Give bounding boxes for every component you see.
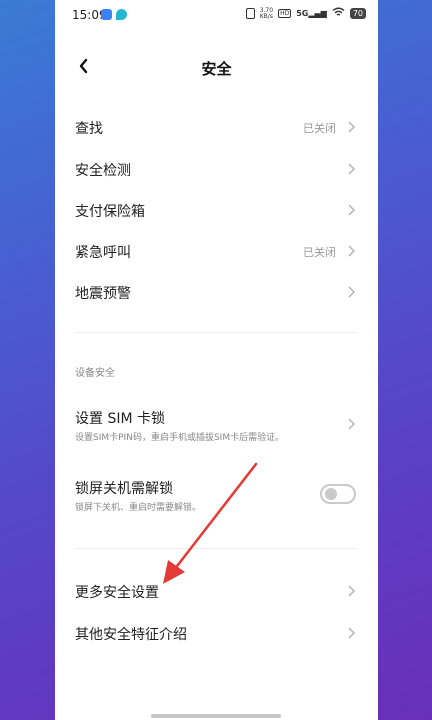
menu-item-label: 更多安全设置 (75, 585, 159, 601)
menu-item-value: 已关闭 (303, 122, 336, 135)
notification-drop-icon (116, 9, 127, 20)
menu-item-description: 设置SIM卡PIN码，重启手机或插拔SIM卡后需验证。 (75, 433, 285, 443)
section-divider (75, 548, 356, 549)
nav-bar: 安全 (55, 50, 378, 86)
menu-item-label: 设置 SIM 卡锁 (75, 411, 165, 427)
signal-icon: 5G▂▄▆ (296, 9, 327, 18)
chevron-right-icon (348, 121, 356, 133)
hd-icon: HD (278, 9, 292, 18)
menu-item-more-security-settings[interactable]: 更多安全设置 (55, 570, 378, 612)
menu-item-label: 查找 (75, 121, 103, 137)
menu-item-label: 紧急呼叫 (75, 245, 131, 261)
menu-item-payment-safe[interactable]: 支付保险箱 (55, 189, 378, 230)
network-speed: 3.70 KB/s (259, 6, 274, 20)
home-indicator[interactable] (151, 714, 281, 718)
message-icon (101, 9, 112, 20)
chevron-right-icon (348, 245, 356, 257)
chevron-right-icon (348, 627, 356, 639)
menu-item-security-features-intro[interactable]: 其他安全特征介绍 (55, 612, 378, 654)
page-title: 安全 (201, 60, 232, 78)
vibrate-icon (245, 8, 255, 19)
menu-item-find[interactable]: 查找 已关闭 (55, 106, 378, 148)
menu-item-label: 支付保险箱 (75, 204, 145, 220)
menu-item-description: 锁屏下关机、重启时需要解锁。 (75, 503, 202, 513)
menu-item-label: 锁屏关机需解锁 (75, 481, 173, 497)
wifi-icon (332, 7, 345, 20)
menu-item-earthquake-warning[interactable]: 地震预警 (55, 271, 378, 312)
battery-icon: 70 (349, 8, 366, 19)
section-divider (75, 332, 356, 333)
menu-item-label: 地震预警 (75, 286, 131, 302)
section-header-device-security: 设备安全 (75, 368, 115, 379)
chevron-right-icon (348, 418, 356, 430)
phone-screen: 15:09 3.70 KB/s HD 5G▂▄▆ 70 安全 查找 已关闭 安全… (55, 0, 378, 720)
menu-item-value: 已关闭 (303, 246, 336, 259)
chevron-right-icon (348, 204, 356, 216)
menu-item-emergency-call[interactable]: 紧急呼叫 已关闭 (55, 230, 378, 271)
chevron-right-icon (348, 286, 356, 298)
status-bar: 15:09 3.70 KB/s HD 5G▂▄▆ 70 (55, 0, 378, 30)
menu-item-sim-lock[interactable]: 设置 SIM 卡锁 设置SIM卡PIN码，重启手机或插拔SIM卡后需验证。 (55, 398, 378, 450)
status-right: 3.70 KB/s HD 5G▂▄▆ 70 (245, 6, 366, 20)
unlock-shutdown-toggle[interactable] (320, 484, 356, 504)
menu-item-label: 其他安全特征介绍 (75, 627, 187, 643)
menu-item-security-check[interactable]: 安全检测 (55, 148, 378, 189)
chevron-right-icon (348, 585, 356, 597)
menu-item-unlock-to-shutdown: 锁屏关机需解锁 锁屏下关机、重启时需要解锁。 (55, 470, 378, 516)
toggle-knob (325, 488, 337, 500)
chevron-right-icon (348, 163, 356, 175)
menu-item-label: 安全检测 (75, 163, 131, 179)
